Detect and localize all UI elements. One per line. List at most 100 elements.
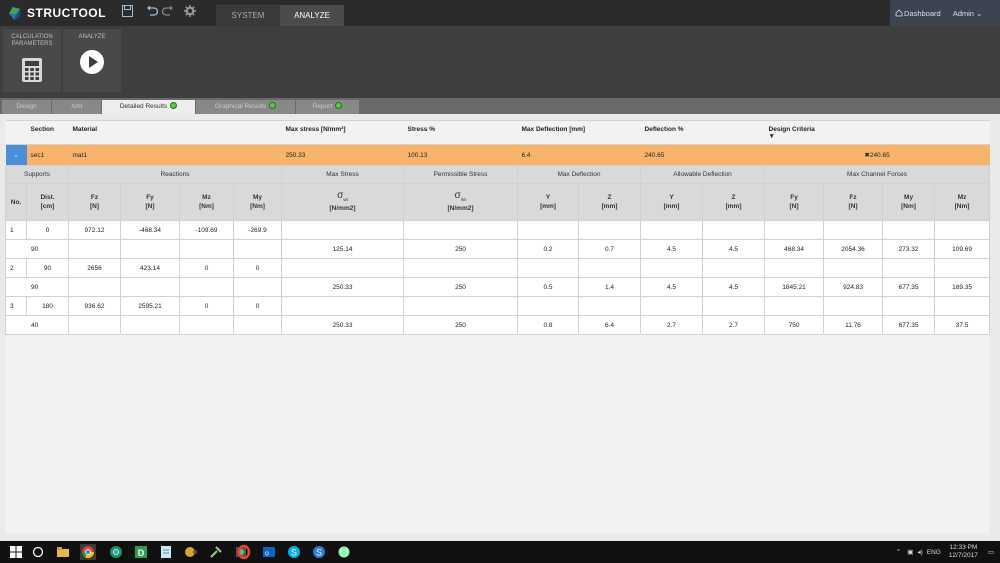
admin-menu[interactable]: Admin ⌄ [953, 9, 983, 18]
span-fz: 924.83 [823, 277, 884, 297]
network-icon[interactable]: ▣ [907, 548, 913, 556]
col-all-z-unit: [mm] [725, 203, 742, 210]
tab-detailed-results[interactable]: Detailed Results [102, 100, 196, 114]
save-icon[interactable] [122, 5, 133, 17]
support-fz: 2656 [68, 258, 121, 278]
span-my: 677.35 [882, 277, 936, 297]
calc-label-1: CALCULATION [11, 34, 53, 40]
analyze-label: ANALYZE [78, 34, 106, 40]
span-stress: 250.33 [281, 315, 405, 335]
span-dz: 1.4 [578, 277, 642, 297]
span-perm: 250 [403, 315, 519, 335]
chrome-canary-icon[interactable] [108, 544, 124, 560]
analyze-button[interactable]: ANALYZE [63, 29, 121, 92]
col-fy: Fy [N] [120, 183, 180, 221]
file-explorer-icon[interactable] [55, 544, 71, 560]
tab-system[interactable]: SYSTEM [216, 5, 280, 26]
clock[interactable]: 12:33 PM 12/7/2017 [949, 544, 978, 560]
col-def-z-name: Z [607, 194, 612, 201]
col-all-z: Z [mm] [702, 183, 766, 221]
col-fy-unit: [N] [145, 203, 155, 210]
volume-icon[interactable]: ◂) [917, 548, 922, 556]
undo-icon[interactable] [146, 5, 158, 17]
support-row: 3 180 936.62 2595.21 0 0 [5, 296, 991, 316]
settings-gear-icon[interactable] [184, 5, 196, 17]
support-row: 1 0 972.12 -468.34 -109.69 -269.9 [5, 220, 991, 240]
max-stress-value: 250.33 [281, 144, 404, 166]
calculator-icon [22, 58, 42, 82]
col-all-y-name: Y [669, 194, 674, 201]
windows-start-icon[interactable] [8, 544, 24, 560]
span-dy: 0.8 [517, 315, 580, 335]
span-fz: 11.76 [823, 315, 884, 335]
opera-icon[interactable] [236, 544, 252, 560]
col-fy-name: Fy [146, 194, 154, 201]
col-design-criteria[interactable]: Design Criteria ▼ [764, 120, 990, 145]
col-mz-unit: [Nm] [199, 203, 214, 210]
skype-icon[interactable]: S [286, 544, 302, 560]
tab-xml[interactable]: Xml [52, 100, 102, 114]
col-cf-fz-name: Fz [849, 194, 857, 201]
span-ay: 2.7 [640, 315, 704, 335]
outlook-icon[interactable]: o [261, 544, 277, 560]
tab-graphical-results[interactable]: Graphical Results [196, 100, 296, 114]
span-length: 40 [5, 315, 69, 335]
svg-text:S: S [291, 548, 297, 558]
sort-arrow-icon: ▼ [768, 133, 775, 140]
support-fy: -468.34 [120, 220, 180, 240]
span-az: 4.5 [702, 277, 766, 297]
criteria-text: 240.65 [869, 152, 890, 159]
section-row[interactable]: ⌄ sec1 mat1 250.33 100.13 6.4 240.65 ✖24… [5, 144, 990, 166]
col-all-y: Y [mm] [640, 183, 704, 221]
expand-icon[interactable]: ⌄ [5, 144, 27, 166]
tab-analyze[interactable]: ANALYZE [280, 5, 344, 26]
col-cf-fz-unit: [N] [848, 203, 858, 210]
group-reactions: Reactions [67, 165, 283, 184]
col-cf-fy: Fy [N] [764, 183, 825, 221]
col-cf-my-unit: [Nm] [901, 203, 916, 210]
tray-chevron-up-icon[interactable]: ⌃ [896, 548, 901, 556]
dashboard-link[interactable]: Dashboard [895, 9, 941, 18]
support-row: 2 90 2656 423.14 0 0 [5, 258, 991, 278]
span-row: 40 250.33 250 0.8 6.4 2.7 2.7 750 11.76 … [5, 315, 991, 335]
redo-icon[interactable] [162, 5, 174, 17]
chrome-icon[interactable] [80, 544, 96, 560]
detailed-results-panel: Section Material Max stress [N/mm²] Stre… [5, 120, 991, 533]
col-perm: σlim [N/mm2] [403, 183, 519, 221]
support-mz: 0 [179, 296, 234, 316]
col-cf-my: My [Nm] [882, 183, 936, 221]
col-dist-unit: [cm] [40, 203, 55, 210]
col-fz: Fz [N] [68, 183, 121, 221]
max-deflection-value: 6.4 [517, 144, 641, 166]
sigma-symbol: σwt [337, 190, 348, 203]
search-circle-icon[interactable] [30, 544, 46, 560]
skype-business-icon[interactable]: S [311, 544, 327, 560]
app-globe-icon[interactable] [336, 544, 352, 560]
span-row: 90 125.14 250 0.2 0.7 4.5 4.5 468.34 205… [5, 239, 991, 259]
group-allowable-deflection: Allowable Deflection [640, 165, 766, 184]
tool-icon[interactable] [208, 544, 224, 560]
col-perm-unit: [N/mm2] [447, 205, 474, 212]
design-criteria-value: ✖240.65 [764, 144, 990, 166]
admin-label: Admin [952, 8, 974, 18]
span-fy: 1845.21 [764, 277, 825, 297]
app-d-icon[interactable]: D [133, 544, 149, 560]
tab-report[interactable]: Report [296, 100, 360, 114]
span-fy: 468.34 [764, 239, 825, 259]
col-cf-mz-name: Mz [957, 194, 967, 201]
calculation-parameters-button[interactable]: CALCULATION PARAMETERS [3, 29, 61, 92]
col-mz-name: Mz [202, 194, 211, 201]
group-max-stress: Max Stress [281, 165, 405, 184]
col-stress-pct: Stress % [403, 120, 518, 145]
notifications-icon[interactable]: ▭ [988, 548, 994, 556]
status-ok-icon [170, 102, 178, 109]
tab-design[interactable]: Design [2, 100, 52, 114]
tab-graphical-results-label: Graphical Results [214, 103, 267, 110]
notepad-icon[interactable] [158, 544, 174, 560]
status-ok-icon [335, 102, 343, 109]
col-cf-fy-unit: [N] [789, 203, 799, 210]
col-section: Section [26, 120, 69, 145]
language-indicator[interactable]: ENG [927, 549, 941, 556]
span-row: 90 250.33 250 0.5 1.4 4.5 4.5 1845.21 92… [5, 277, 991, 297]
app-g-icon[interactable] [183, 544, 199, 560]
